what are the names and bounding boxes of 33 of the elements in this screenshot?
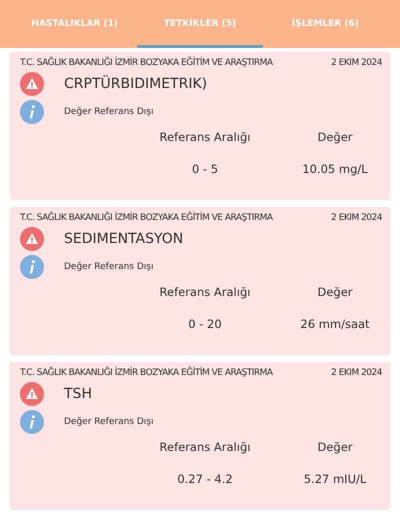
status-text: Değer Referans Dışı bbox=[64, 417, 154, 427]
info-icon bbox=[20, 255, 44, 279]
status-text: Değer Referans Dışı bbox=[64, 262, 154, 272]
column-header: Referans Aralığı bbox=[160, 440, 250, 454]
test-name: SEDIMENTASYON bbox=[64, 231, 184, 247]
reference-range: 0.27 - 4.2 bbox=[177, 472, 233, 486]
warning-icon bbox=[20, 72, 44, 96]
result-card[interactable]: T.C. SAĞLIK BAKANLIĞI İZMİR BOZYAKA EĞİTİM VE ARAŞTIRMA 2 EKIM 2024 CRPTÜRBIDIMETRIK) Değer Referans Dışı Referans Aralığı Değer 0 - 5 10.05 mg/L bbox=[10, 52, 390, 199]
result-value: 10.05 mg/L bbox=[302, 162, 368, 176]
column-header: Değer bbox=[317, 130, 353, 144]
institution-name: T.C. SAĞLIK BAKANLIĞI İZMİR BOZYAKA EĞİTİM VE ARAŞTIRMA bbox=[20, 368, 273, 378]
result-value: 26 mm/saat bbox=[300, 317, 370, 331]
reference-range: 0 - 20 bbox=[188, 317, 222, 331]
status-text: Değer Referans Dışı bbox=[64, 107, 154, 117]
info-icon bbox=[20, 410, 44, 434]
result-card[interactable]: T.C. SAĞLIK BAKANLIĞI İZMİR BOZYAKA EĞİTİM VE ARAŞTIRMA 2 EKIM 2024 SEDIMENTASYON Değer Referans Dışı Referans Aralığı Değer 0 - 20 26 mm/saat bbox=[10, 207, 390, 354]
result-date: 2 EKIM 2024 bbox=[331, 213, 382, 223]
info-icon bbox=[20, 100, 44, 124]
institution-name: T.C. SAĞLIK BAKANLIĞI İZMİR BOZYAKA EĞİTİM VE ARAŞTIRMA bbox=[20, 213, 273, 223]
warning-icon bbox=[20, 382, 44, 406]
test-name: CRPTÜRBIDIMETRIK) bbox=[64, 76, 208, 92]
column-header: Değer bbox=[317, 285, 353, 299]
result-date: 2 EKIM 2024 bbox=[331, 368, 382, 378]
reference-range: 0 - 5 bbox=[192, 162, 218, 176]
result-value: 5.27 mIU/L bbox=[304, 472, 366, 486]
institution-name: T.C. SAĞLIK BAKANLIĞI İZMİR BOZYAKA EĞİTİM VE ARAŞTIRMA bbox=[20, 58, 273, 68]
test-name: TSH bbox=[64, 386, 92, 402]
result-card[interactable]: T.C. SAĞLIK BAKANLIĞI İZMİR BOZYAKA EĞİTİM VE ARAŞTIRMA 2 EKIM 2024 TSH Değer Referans Dışı Referans Aralığı Değer 0.27 - 4.2 5.27 mIU/L bbox=[10, 362, 390, 509]
column-header: Referans Aralığı bbox=[160, 130, 250, 144]
column-header: Değer bbox=[317, 440, 353, 454]
result-date: 2 EKIM 2024 bbox=[331, 58, 382, 68]
warning-icon bbox=[20, 227, 44, 251]
column-header: Referans Aralığı bbox=[160, 285, 250, 299]
